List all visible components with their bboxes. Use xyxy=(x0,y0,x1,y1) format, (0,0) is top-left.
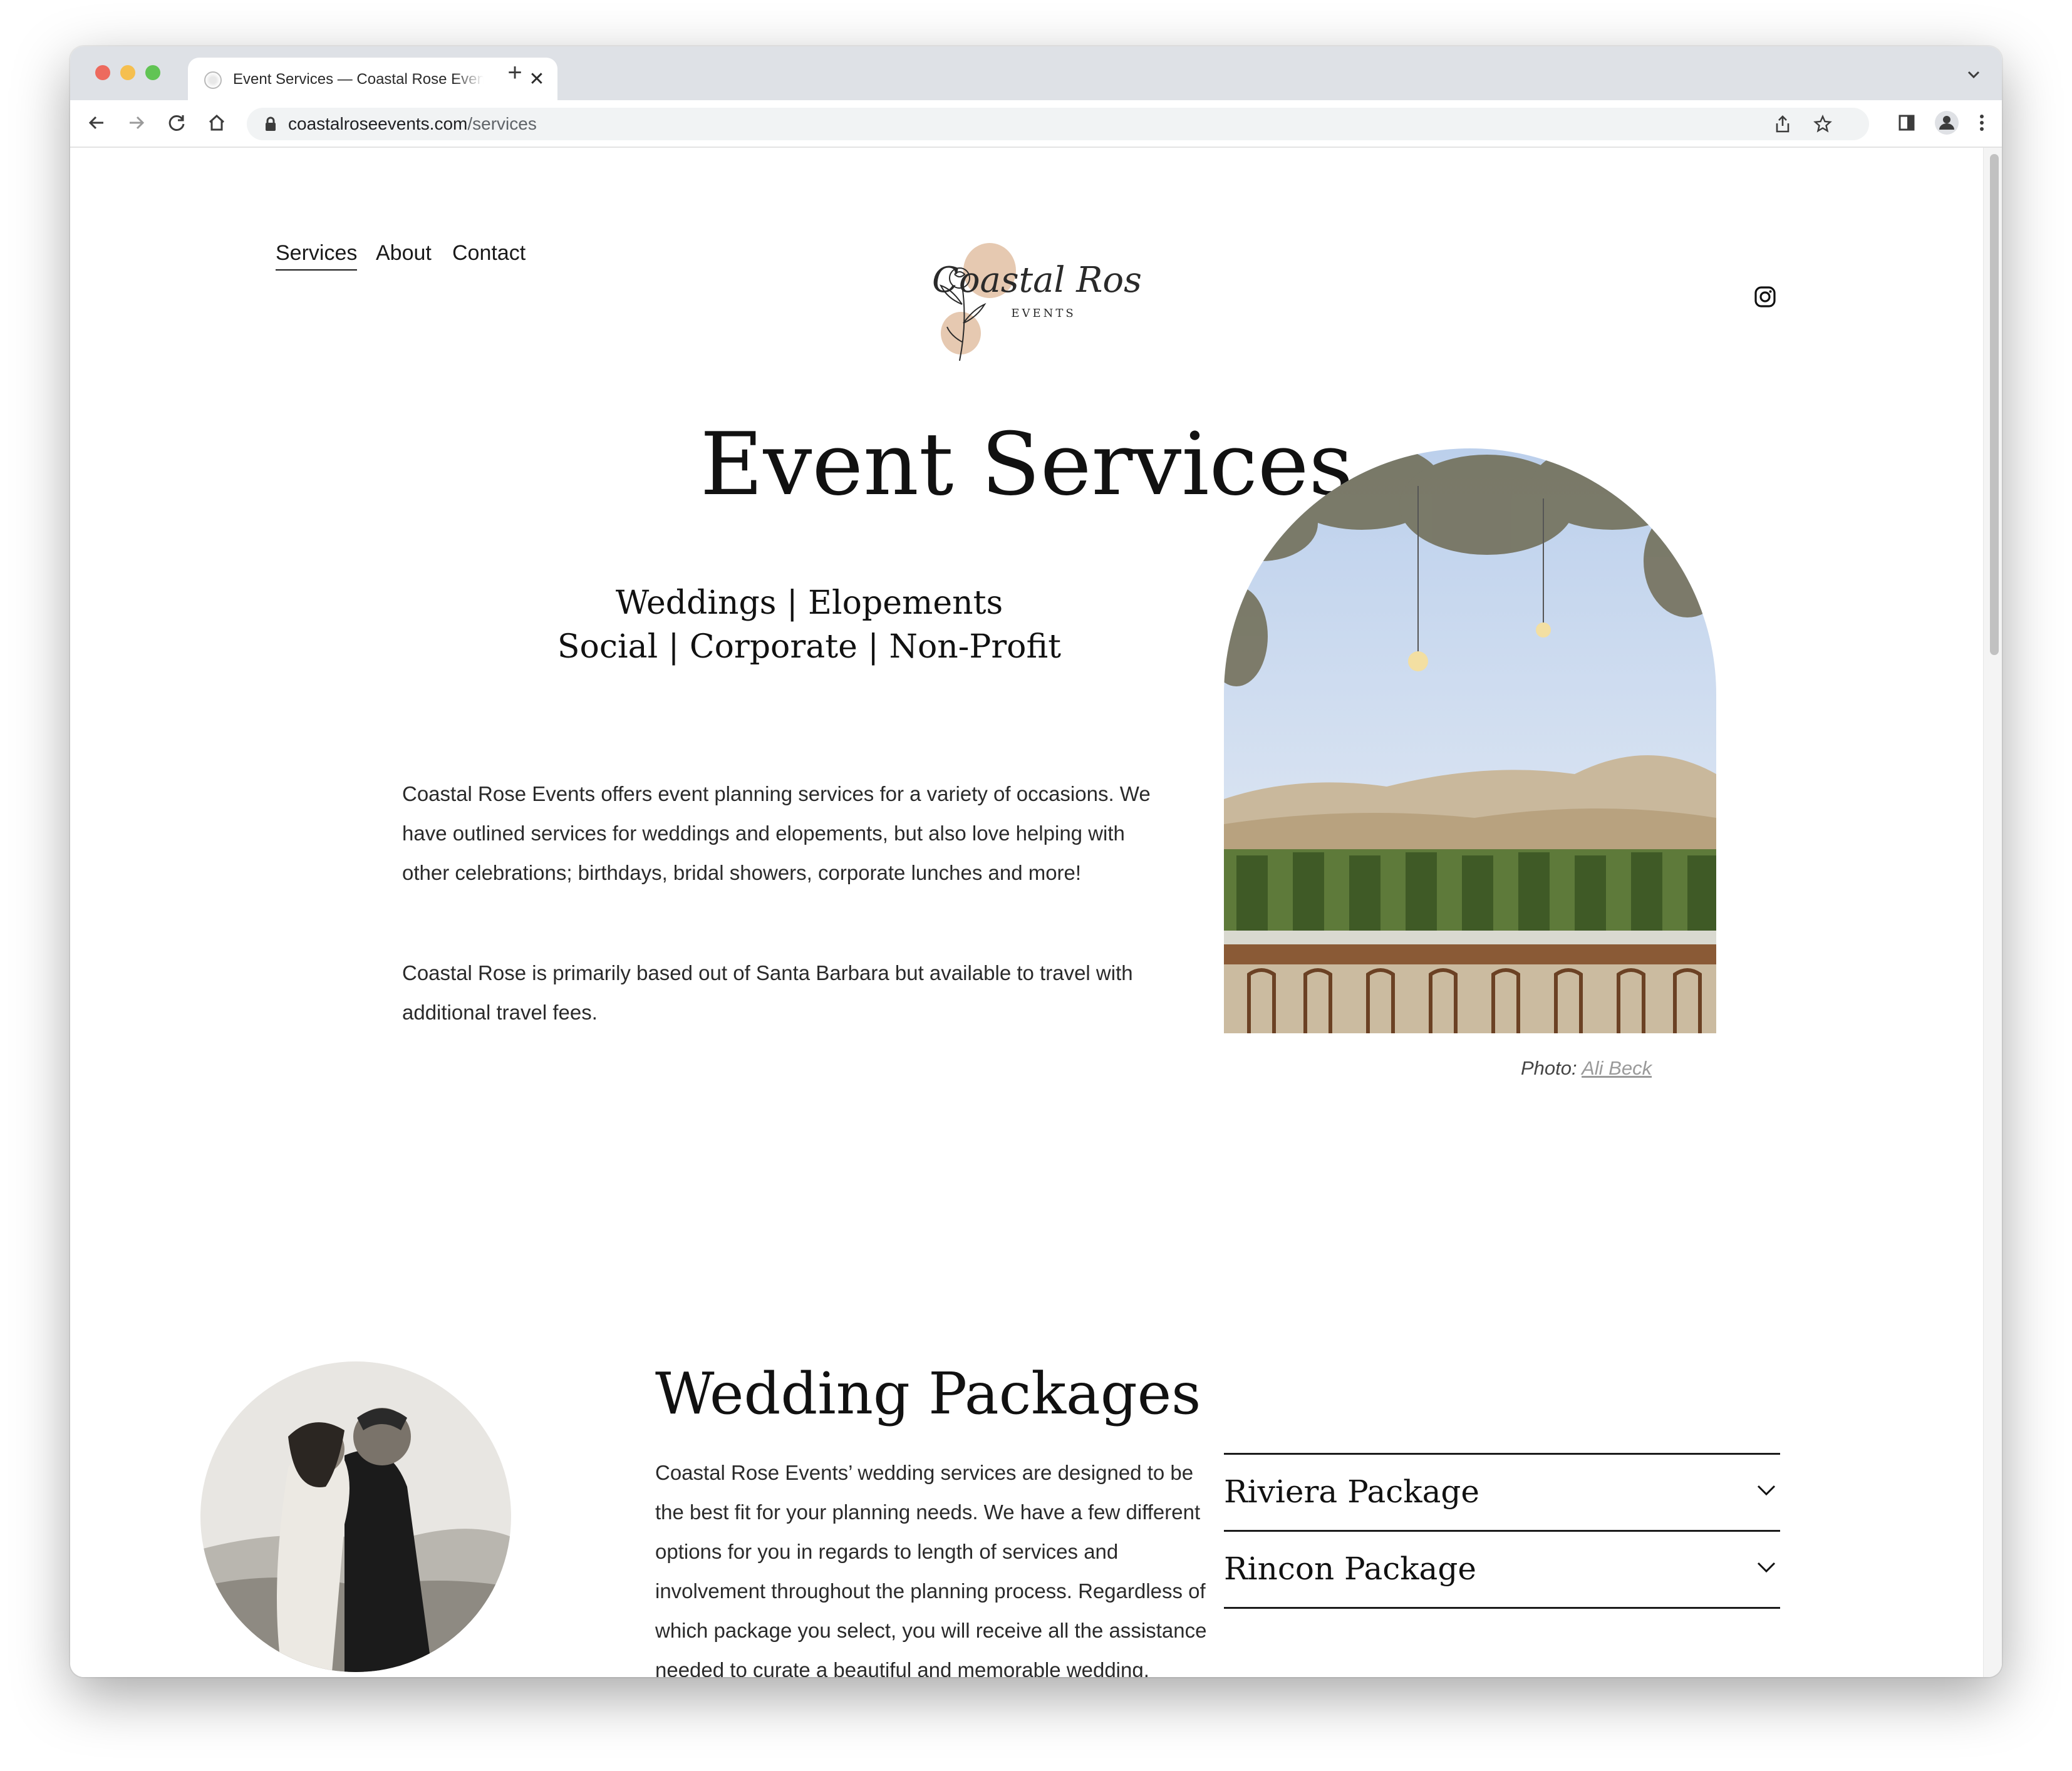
accordion-rincon-package[interactable]: Rincon Package xyxy=(1224,1532,1780,1607)
site-logo[interactable]: Coastal Rose EVENTS xyxy=(916,229,1163,368)
tab-close-button[interactable]: ✕ xyxy=(527,69,546,90)
tab-strip: Event Services — Coastal Rose Events ✕ + xyxy=(70,46,2002,100)
side-panel-icon[interactable] xyxy=(1893,109,1920,137)
address-bar[interactable]: coastalroseevents.com/services xyxy=(247,108,1869,140)
favicon-icon xyxy=(204,71,222,89)
accordion-label: Riviera Package xyxy=(1224,1474,1479,1510)
photo-credit: Photo: Ali Beck xyxy=(1521,1056,1652,1081)
intro-paragraph-2: Coastal Rose is primarily based out of S… xyxy=(402,961,1133,1024)
window-minimize-button[interactable] xyxy=(120,65,135,80)
logo-subtext: EVENTS xyxy=(1011,307,1075,320)
photo-credit-label: Photo: xyxy=(1521,1057,1577,1079)
url-text: coastalroseevents.com/services xyxy=(288,113,537,135)
chevron-down-icon xyxy=(1757,1562,1776,1573)
new-tab-button[interactable]: + xyxy=(502,60,527,85)
reload-icon[interactable] xyxy=(163,109,190,137)
logo-wordmark: Coastal Rose xyxy=(932,260,1141,301)
accordion-riviera-package[interactable]: Riviera Package xyxy=(1224,1455,1780,1530)
nav-link-about[interactable]: About xyxy=(376,239,432,267)
services-tagline-line2: Social | Corporate | Non-Profit xyxy=(557,628,1062,666)
browser-toolbar: coastalroseevents.com/services xyxy=(70,100,2002,148)
browser-window: Event Services — Coastal Rose Events ✕ +… xyxy=(70,46,2002,1677)
photo-credit-link[interactable]: Ali Beck xyxy=(1582,1057,1652,1079)
accordion-divider xyxy=(1224,1607,1780,1609)
window-close-button[interactable] xyxy=(95,65,110,80)
page-scrollbar[interactable] xyxy=(1983,148,2002,1677)
wedding-description: Coastal Rose Events’ wedding services ar… xyxy=(655,1461,1207,1677)
back-arrow-icon[interactable] xyxy=(83,109,110,137)
vineyard-arch-photo xyxy=(1224,448,1716,1033)
scrollbar-thumb[interactable] xyxy=(1990,154,1999,655)
page-title: Event Services xyxy=(700,414,1354,515)
nav-link-contact[interactable]: Contact xyxy=(452,239,526,267)
tab-search-chevron-icon[interactable] xyxy=(1964,65,1983,84)
accordion-label: Rincon Package xyxy=(1224,1551,1476,1587)
chevron-down-icon xyxy=(1757,1485,1776,1496)
window-maximize-button[interactable] xyxy=(145,65,160,80)
instagram-icon[interactable] xyxy=(1754,286,1776,308)
kebab-menu-icon[interactable] xyxy=(1968,109,1996,137)
profile-icon[interactable] xyxy=(1933,109,1961,137)
lock-icon xyxy=(266,116,276,131)
url-path: /services xyxy=(467,114,537,133)
nav-link-services[interactable]: Services xyxy=(276,239,358,271)
star-icon[interactable] xyxy=(1809,110,1836,138)
couple-photo xyxy=(200,1361,511,1672)
page-viewport: Services About Contact Coastal Rose EVEN… xyxy=(70,148,2002,1677)
screenshot-stage: Event Services — Coastal Rose Events ✕ +… xyxy=(0,0,2072,1771)
tab-title: Event Services — Coastal Rose Events xyxy=(233,71,484,88)
services-tagline-line1: Weddings | Elopements xyxy=(615,584,1003,622)
wedding-packages-heading: Wedding Packages xyxy=(655,1360,1201,1427)
share-icon[interactable] xyxy=(1769,110,1796,138)
intro-paragraph-1: Coastal Rose Events offers event plannin… xyxy=(402,782,1151,884)
home-icon[interactable] xyxy=(203,109,231,137)
forward-arrow-icon[interactable] xyxy=(123,109,150,137)
url-domain: coastalroseevents.com xyxy=(288,114,468,133)
